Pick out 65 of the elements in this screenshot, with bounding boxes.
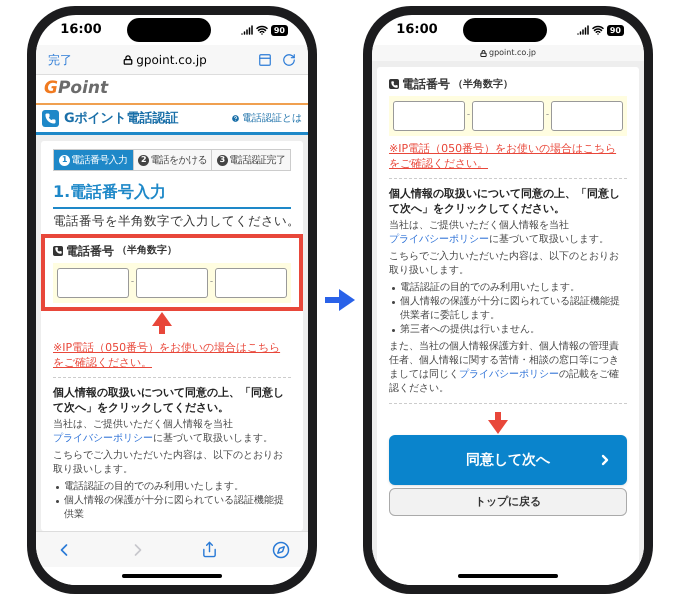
phone-input-field[interactable]	[136, 268, 208, 298]
right-arrow	[325, 289, 355, 311]
url-text[interactable]: gpoint.co.jp	[488, 47, 536, 59]
logo: GPoint	[44, 78, 108, 98]
separator-text: -	[546, 109, 550, 122]
list-item-text: 電話認証の目的でのみ利用いたします。	[64, 480, 244, 494]
agree-next-button[interactable]: 同意して次へ	[389, 435, 627, 485]
done-button[interactable]: 完了	[48, 50, 72, 68]
url-text[interactable]: gpoint.co.jp	[136, 50, 207, 68]
field-note: （半角数字）	[453, 77, 513, 92]
list-item-text: 電話認証の目的でのみ利用いたします。	[400, 281, 580, 295]
separator-text: -	[466, 109, 470, 122]
bullet-icon	[56, 486, 59, 489]
list-item-text: 個人情報の保護が十分に図られている認証機能提供業	[64, 494, 285, 522]
privacy-policy-link[interactable]: プライバシーポリシー	[459, 369, 559, 380]
phone-input-field[interactable]	[393, 101, 465, 131]
reload-icon[interactable]	[282, 52, 296, 66]
signal-icon	[576, 24, 589, 36]
policy-paragraph: また、当社の個人情報保護方針、個人情報の管理責任者、個人情報に関する苦情・相談の窓口等につきましては同じく プライバシーポリシーの記載をご確認ください。	[389, 340, 620, 396]
bullet-icon	[392, 329, 395, 332]
section-heading: 1.電話番号入力	[53, 180, 291, 209]
ip-phone-link[interactable]: ※IP電話（050番号）をお使いの場合はこちらをご確認ください。	[53, 340, 291, 370]
policy-paragraph: 当社は、ご提供いただく個人情報を当社 プライバシーポリシーに基づいて取扱いします。	[53, 418, 274, 446]
battery-level: 90	[270, 24, 288, 36]
compass-icon[interactable]	[272, 540, 290, 558]
field-label: 電話番号	[402, 76, 450, 93]
policy-paragraph: 当社は、ご提供いただく個人情報を当社 プライバシーポリシーに基づいて取扱いします。	[389, 219, 610, 247]
ip-phone-link[interactable]: ※IP電話（050番号）をお使いの場合はこちらをご確認ください。	[389, 141, 627, 171]
instruction-text: 電話番号を半角数字で入力してください。	[53, 212, 291, 230]
field-note: （半角数字）	[117, 243, 177, 258]
phone-input-field[interactable]	[472, 101, 544, 131]
privacy-policy-link[interactable]: プライバシーポリシー	[389, 234, 489, 245]
field-label: 電話番号	[66, 242, 114, 260]
clock-time: 16:00	[395, 21, 439, 40]
lock-icon	[480, 50, 487, 56]
phone-input-field[interactable]	[215, 268, 287, 298]
consent-text: 個人情報の取扱いについて同意の上、「同意して次へ」をクリックしてください。	[53, 384, 285, 415]
share-icon[interactable]	[201, 541, 218, 558]
phone-input-field[interactable]	[551, 101, 623, 131]
policy-paragraph: こちらでご入力いただいた内容は、以下のとおりお取り扱いします。	[389, 250, 620, 278]
phone-icon	[389, 79, 399, 89]
signal-icon	[240, 24, 253, 36]
list-item-text: 第三者への提供は行いません。	[400, 323, 540, 337]
separator-text: -	[130, 276, 134, 289]
privacy-policy-link[interactable]: プライバシーポリシー	[53, 432, 153, 444]
bullet-icon	[392, 301, 395, 304]
separator-text: -	[210, 276, 214, 289]
phone-icon	[53, 246, 63, 256]
bullet-icon	[56, 500, 59, 503]
wifi-icon	[592, 24, 604, 36]
help-icon	[231, 114, 240, 123]
policy-paragraph: こちらでご入力いただいた内容は、以下のとおりお取り扱いします。	[53, 448, 284, 477]
phone-icon	[42, 110, 59, 127]
panel-icon[interactable]	[258, 52, 272, 66]
lock-icon	[123, 54, 134, 64]
phone-input-field[interactable]	[57, 268, 129, 298]
help-link[interactable]: 電話認証とは	[231, 110, 302, 126]
page-title: Gポイント電話認証	[64, 110, 179, 128]
list-item-text: 個人情報の保護が十分に図られている認証機能提供業者に委託します。	[400, 295, 621, 323]
bullet-icon	[392, 287, 395, 290]
consent-text: 個人情報の取扱いについて同意の上、「同意して次へ」をクリックしてください。	[389, 186, 621, 216]
wifi-icon	[256, 24, 268, 36]
back-to-top-button[interactable]: トップに戻る	[389, 488, 627, 516]
clock-time: 16:00	[59, 21, 103, 40]
battery-level: 90	[606, 24, 624, 36]
